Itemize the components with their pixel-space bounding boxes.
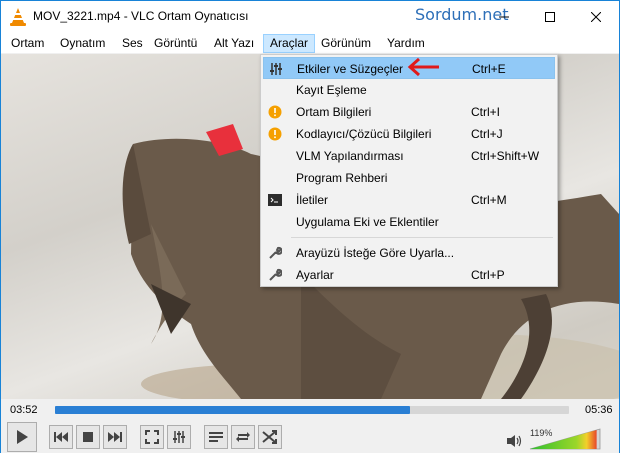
menu-item-vlm-config[interactable]: VLM Yapılandırması Ctrl+Shift+W bbox=[263, 145, 555, 167]
maximize-icon bbox=[545, 11, 555, 22]
fullscreen-icon bbox=[145, 430, 159, 444]
menu-item-shortcut: Ctrl+E bbox=[472, 62, 506, 76]
play-icon bbox=[17, 430, 28, 444]
close-icon bbox=[591, 11, 601, 22]
menu-item-track-sync[interactable]: Kayıt Eşleme bbox=[263, 79, 555, 101]
menu-help[interactable]: Yardım bbox=[381, 34, 431, 53]
skip-forward-icon bbox=[108, 432, 122, 442]
minimize-icon bbox=[499, 16, 509, 17]
menu-view[interactable]: Görünüm bbox=[315, 34, 377, 53]
menu-item-label: Arayüzü İsteğe Göre Uyarla... bbox=[296, 246, 455, 260]
control-bar: 119% bbox=[1, 421, 619, 453]
menu-item-program-guide[interactable]: Program Rehberi bbox=[263, 167, 555, 189]
playlist-icon bbox=[209, 432, 223, 442]
menu-item-label: Ortam Bilgileri bbox=[296, 105, 372, 119]
vlc-cone-icon bbox=[10, 8, 26, 26]
fullscreen-button[interactable] bbox=[140, 425, 164, 449]
menu-item-shortcut: Ctrl+Shift+W bbox=[471, 149, 540, 163]
menu-playback[interactable]: Oynatım bbox=[54, 34, 111, 53]
extended-settings-button[interactable] bbox=[167, 425, 191, 449]
menu-video[interactable]: Görüntü bbox=[148, 34, 203, 53]
menu-item-label: Uygulama Eki ve Eklentiler bbox=[296, 215, 439, 229]
menu-separator bbox=[291, 237, 553, 238]
menu-item-media-info[interactable]: Ortam Bilgileri Ctrl+I bbox=[263, 101, 555, 123]
shuffle-icon bbox=[262, 430, 277, 444]
wrench-icon bbox=[267, 267, 283, 283]
menu-subtitle[interactable]: Alt Yazı bbox=[208, 34, 260, 53]
menu-bar: Ortam Oynatım Ses Görüntü Alt Yazı Araçl… bbox=[1, 32, 619, 54]
wrench-icon bbox=[267, 245, 283, 261]
previous-button[interactable] bbox=[49, 425, 73, 449]
menu-item-customize-interface[interactable]: Arayüzü İsteğe Göre Uyarla... bbox=[263, 242, 555, 264]
menu-tools[interactable]: Araçlar bbox=[263, 34, 316, 53]
speaker-icon[interactable] bbox=[506, 434, 524, 448]
playlist-button[interactable] bbox=[204, 425, 228, 449]
menu-item-label: Kodlayıcı/Çözücü Bilgileri bbox=[296, 127, 432, 141]
play-button[interactable] bbox=[7, 422, 37, 452]
seek-progress-fill bbox=[55, 406, 410, 414]
menu-item-codec-info[interactable]: Kodlayıcı/Çözücü Bilgileri Ctrl+J bbox=[263, 123, 555, 145]
equalizer-icon bbox=[173, 431, 185, 443]
menu-item-label: Etkiler ve Süzgeçler bbox=[297, 62, 404, 76]
volume-percent: 119% bbox=[530, 428, 553, 438]
red-arrow-annotation bbox=[407, 57, 439, 77]
seek-slider[interactable] bbox=[55, 406, 569, 414]
menu-item-label: Kayıt Eşleme bbox=[296, 83, 367, 97]
seek-row: 03:52 05:36 bbox=[1, 399, 619, 421]
stop-icon bbox=[83, 432, 93, 442]
terminal-icon bbox=[267, 192, 283, 208]
menu-item-shortcut: Ctrl+M bbox=[471, 193, 507, 207]
close-button[interactable] bbox=[573, 1, 619, 32]
window-title: MOV_3221.mp4 - VLC Ortam Oynatıcısı bbox=[33, 9, 249, 23]
equalizer-icon bbox=[268, 61, 284, 77]
vlc-window: MOV_3221.mp4 - VLC Ortam Oynatıcısı Sord… bbox=[0, 0, 620, 453]
total-time: 05:36 bbox=[585, 404, 613, 416]
menu-item-shortcut: Ctrl+P bbox=[471, 268, 505, 282]
shuffle-button[interactable] bbox=[258, 425, 282, 449]
menu-item-label: VLM Yapılandırması bbox=[296, 149, 404, 163]
menu-item-preferences[interactable]: Ayarlar Ctrl+P bbox=[263, 264, 555, 286]
skip-back-icon bbox=[54, 432, 68, 442]
menu-item-label: Ayarlar bbox=[296, 268, 334, 282]
loop-icon bbox=[236, 432, 250, 442]
next-button[interactable] bbox=[103, 425, 127, 449]
menu-media[interactable]: Ortam bbox=[5, 34, 50, 53]
stop-button[interactable] bbox=[76, 425, 100, 449]
menu-item-label: İletiler bbox=[296, 193, 329, 207]
maximize-button[interactable] bbox=[527, 1, 573, 32]
menu-item-plugins[interactable]: Uygulama Eki ve Eklentiler bbox=[263, 211, 555, 233]
tools-dropdown-menu: Etkiler ve Süzgeçler Ctrl+E Kayıt Eşleme… bbox=[260, 54, 558, 287]
title-bar[interactable]: MOV_3221.mp4 - VLC Ortam Oynatıcısı Sord… bbox=[1, 1, 619, 32]
info-icon bbox=[267, 104, 283, 120]
menu-item-shortcut: Ctrl+J bbox=[471, 127, 503, 141]
menu-item-messages[interactable]: İletiler Ctrl+M bbox=[263, 189, 555, 211]
menu-item-shortcut: Ctrl+I bbox=[471, 105, 501, 119]
menu-audio[interactable]: Ses bbox=[116, 34, 149, 53]
minimize-button[interactable] bbox=[481, 1, 527, 32]
info-icon bbox=[267, 126, 283, 142]
elapsed-time: 03:52 bbox=[10, 404, 38, 416]
menu-item-label: Program Rehberi bbox=[296, 171, 388, 185]
loop-button[interactable] bbox=[231, 425, 255, 449]
